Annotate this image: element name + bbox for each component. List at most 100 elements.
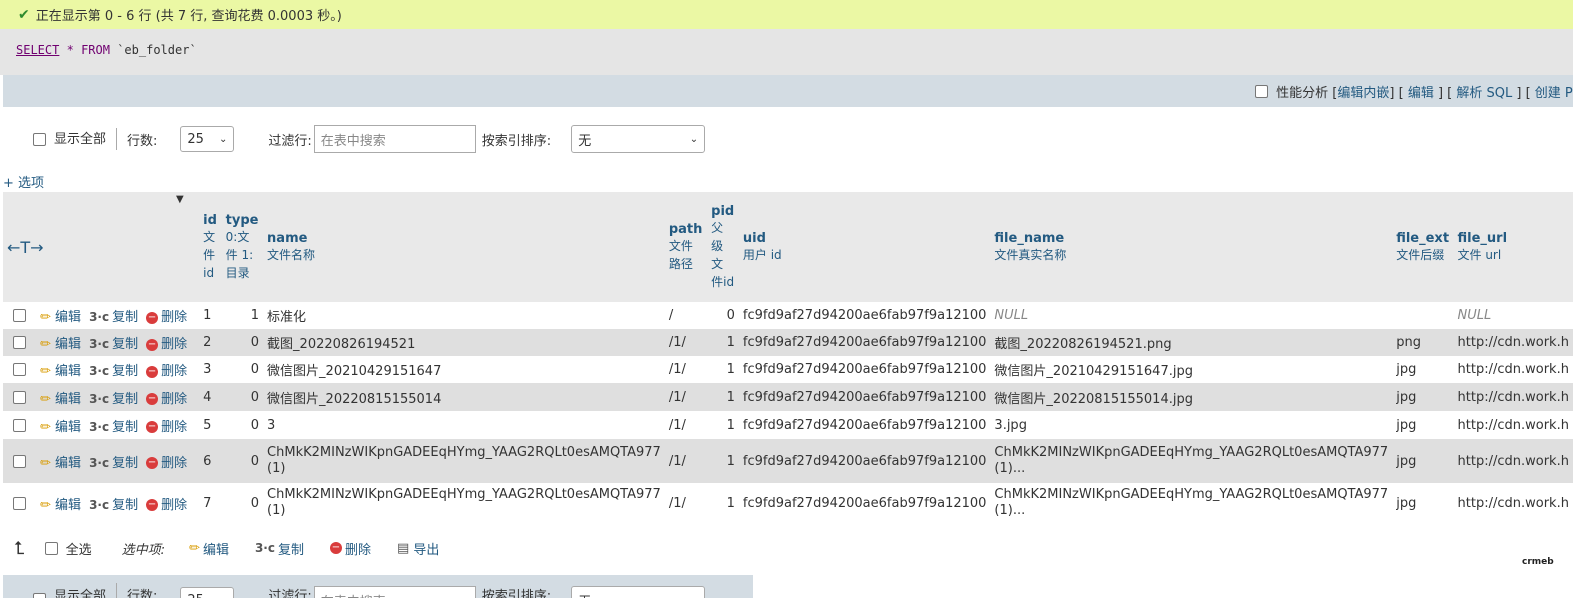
row-edit-button[interactable]: 编辑 [55,337,81,352]
row-copy-button[interactable]: 复制 [112,456,138,471]
select-all-label[interactable]: 全选 [66,539,92,558]
cell-uid[interactable]: fc9fd9af27d94200ae6fab97f9a12100 [738,302,991,329]
show-all-checkbox[interactable] [33,132,46,146]
bulk-edit-button[interactable]: 编辑 [203,539,229,558]
create-php-link[interactable]: 创建 PH [1535,86,1573,101]
cell-path[interactable]: /1/ [664,411,708,439]
cell-uid[interactable]: fc9fd9af27d94200ae6fab97f9a12100 [738,483,991,523]
row-edit-button[interactable]: 编辑 [55,310,81,325]
show-all-checkbox-bottom[interactable] [33,592,46,598]
cell-path[interactable]: /1/ [664,439,708,483]
cell-id[interactable]: 5 [199,411,222,439]
bulk-copy-button[interactable]: 复制 [278,539,304,558]
cell-file-name[interactable]: 3.jpg [990,411,1393,439]
cell-file-name[interactable]: 截图_20220826194521.png [990,329,1393,356]
column-resize-icon[interactable]: ←T→ [7,238,44,257]
cell-file-url[interactable]: http://cdn.work.h [1453,329,1573,356]
row-delete-button[interactable]: 删除 [161,420,187,435]
cell-pid[interactable]: 0 [707,302,739,329]
cell-pid[interactable]: 1 [707,439,739,483]
column-header-file-ext[interactable]: file_ext [1396,231,1449,246]
cell-file-name[interactable]: ChMkK2MINzWIKpnGADEEqHYmg_YAAG2RQLt0esAM… [990,439,1393,483]
cell-pid[interactable]: 1 [707,329,739,356]
cell-uid[interactable]: fc9fd9af27d94200ae6fab97f9a12100 [738,439,991,483]
cell-type[interactable]: 0 [221,483,264,523]
options-link-text[interactable]: + 选项 [3,176,44,191]
sort-by-index-select[interactable]: 无 ⌄ [571,125,706,153]
cell-type[interactable]: 0 [221,439,264,483]
cell-path[interactable]: /1/ [664,356,708,383]
cell-file-name[interactable]: NULL [990,302,1393,329]
rows-per-page-select[interactable]: 25 ⌄ [180,126,235,152]
cell-file-name[interactable]: 微信图片_20220815155014.jpg [990,383,1393,411]
sort-by-index-select-bottom[interactable]: 无 ⌄ [571,586,706,598]
cell-file-name[interactable]: ChMkK2MINzWIKpnGADEEqHYmg_YAAG2RQLt0esAM… [990,483,1393,523]
cell-name[interactable]: 标准化 [263,302,665,329]
row-checkbox[interactable] [13,336,26,349]
row-checkbox[interactable] [13,363,26,376]
row-checkbox[interactable] [13,454,26,468]
options-link[interactable]: + 选项 [3,172,44,191]
sort-arrow-icon[interactable]: ▼ [176,194,184,205]
cell-id[interactable]: 1 [199,302,222,329]
row-copy-button[interactable]: 复制 [112,310,138,325]
row-copy-button[interactable]: 复制 [112,498,138,513]
cell-file-url[interactable]: http://cdn.work.h [1453,439,1573,483]
cell-file-ext[interactable]: jpg [1392,356,1454,383]
select-all-checkbox[interactable] [44,541,58,555]
cell-path[interactable]: / [664,302,708,329]
row-delete-button[interactable]: 删除 [161,498,187,513]
filter-rows-input-bottom[interactable]: 在表中搜索 [313,586,476,598]
row-checkbox[interactable] [13,390,26,404]
cell-pid[interactable]: 1 [707,411,739,439]
cell-id[interactable]: 4 [199,383,222,411]
column-header-file-name[interactable]: file_name [994,231,1388,246]
cell-type[interactable]: 0 [221,383,264,411]
column-header-pid[interactable]: pid [711,204,735,219]
cell-file-ext[interactable] [1392,302,1454,329]
cell-name[interactable]: 微信图片_20220815155014 [263,383,665,411]
cell-id[interactable]: 2 [199,329,222,356]
cell-file-url[interactable]: NULL [1453,302,1573,329]
row-copy-button[interactable]: 复制 [112,364,138,379]
cell-file-ext[interactable]: jpg [1392,383,1454,411]
filter-rows-input[interactable]: 在表中搜索 [313,125,476,153]
profiling-checkbox[interactable] [1255,85,1268,98]
row-edit-button[interactable]: 编辑 [55,392,81,407]
cell-file-ext[interactable]: png [1392,329,1454,356]
row-edit-button[interactable]: 编辑 [55,420,81,435]
edit-inline-link[interactable]: 编辑内嵌 [1337,86,1389,101]
rows-per-page-select-bottom[interactable]: 25 ⌄ [180,587,235,598]
row-checkbox[interactable] [13,309,26,322]
row-checkbox[interactable] [13,418,26,432]
cell-path[interactable]: /1/ [664,329,708,356]
cell-uid[interactable]: fc9fd9af27d94200ae6fab97f9a12100 [738,356,991,383]
cell-file-ext[interactable]: jpg [1392,483,1454,523]
row-copy-button[interactable]: 复制 [112,420,138,435]
row-delete-button[interactable]: 删除 [161,364,187,379]
cell-uid[interactable]: fc9fd9af27d94200ae6fab97f9a12100 [738,411,991,439]
cell-file-url[interactable]: http://cdn.work.h [1453,356,1573,383]
row-delete-button[interactable]: 删除 [161,310,187,325]
cell-id[interactable]: 7 [199,483,222,523]
cell-id[interactable]: 3 [199,356,222,383]
column-header-type[interactable]: type [226,213,259,228]
explain-sql-link[interactable]: 解析 SQL [1456,86,1512,101]
cell-type[interactable]: 0 [221,411,264,439]
cell-type[interactable]: 0 [221,329,264,356]
cell-uid[interactable]: fc9fd9af27d94200ae6fab97f9a12100 [738,383,991,411]
bulk-delete-button[interactable]: 删除 [345,539,371,558]
cell-file-ext[interactable]: jpg [1392,439,1454,483]
row-copy-button[interactable]: 复制 [112,337,138,352]
cell-name[interactable]: 微信图片_20210429151647 [263,356,665,383]
cell-path[interactable]: /1/ [664,483,708,523]
row-edit-button[interactable]: 编辑 [55,498,81,513]
cell-type[interactable]: 1 [221,302,264,329]
cell-path[interactable]: /1/ [664,383,708,411]
bulk-export-button[interactable]: 导出 [413,539,439,558]
row-checkbox[interactable] [13,496,26,510]
cell-file-url[interactable]: http://cdn.work.h [1453,411,1573,439]
cell-name[interactable]: 截图_20220826194521 [263,329,665,356]
sql-select-keyword[interactable]: SELECT [16,43,59,57]
column-header-path[interactable]: path [669,222,703,237]
